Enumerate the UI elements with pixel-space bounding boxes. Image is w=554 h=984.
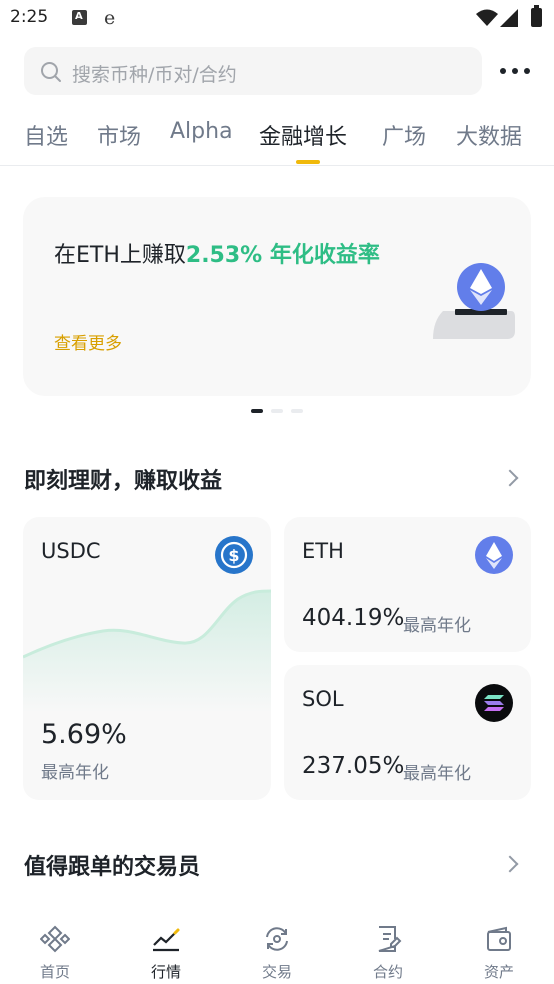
product-coin-name: USDC [41, 539, 101, 563]
product-rate-label: 最高年化 [41, 763, 109, 783]
product-coin-name: ETH [302, 539, 344, 563]
nav-assets[interactable]: 资产 [444, 914, 554, 984]
signal-icon [500, 9, 518, 27]
market-chart-icon [153, 928, 180, 952]
more-dot-icon [512, 68, 518, 74]
nav-label: 行情 [150, 963, 181, 981]
tab-alpha[interactable]: Alpha [170, 119, 233, 144]
earn-section-title: 即刻理财，赚取收益 [24, 469, 223, 494]
banner-see-more-link[interactable]: 查看更多 [54, 329, 122, 354]
tab-big-data[interactable]: 大数据 [456, 119, 522, 151]
binance-logo-icon [40, 925, 70, 953]
banner-highlight: 2.53% 年化收益率 [185, 243, 380, 268]
usdc-coin-icon: $ [215, 536, 253, 574]
market-tabs: 自选 市场 Alpha 金融增长 广场 大数据 [0, 116, 554, 166]
banner-title: 在ETH上赚取2.53% 年化收益率 [54, 237, 394, 275]
more-options-button[interactable] [496, 58, 534, 84]
eth-coin-icon [475, 536, 513, 574]
nav-market[interactable]: 行情 [111, 914, 221, 984]
active-tab-indicator [296, 160, 320, 164]
search-placeholder: 搜索币种/币对/合约 [72, 64, 237, 86]
wifi-icon [476, 9, 498, 26]
battery-icon [531, 5, 542, 27]
browser-e-icon: e [104, 7, 116, 29]
product-card-eth[interactable]: ETH 404.19% 最高年化 [284, 517, 531, 652]
more-dot-icon [524, 68, 530, 74]
tab-square[interactable]: 广场 [382, 119, 426, 151]
traders-section-chevron-icon[interactable] [501, 855, 519, 873]
nav-label: 资产 [483, 963, 514, 981]
bottom-navigation: 首页 行情 交易 合约 资产 [0, 914, 554, 984]
pagination-dot [291, 409, 303, 413]
notification-a-icon: A [72, 10, 87, 25]
sol-coin-icon [475, 684, 513, 722]
traders-section-title: 值得跟单的交易员 [24, 855, 201, 880]
wallet-icon [487, 926, 511, 951]
nav-futures[interactable]: 合约 [333, 914, 443, 984]
product-rate: 237.05% [302, 753, 405, 779]
pagination-dot [271, 409, 283, 413]
product-rate: 404.19% [302, 605, 405, 631]
tab-market[interactable]: 市场 [97, 119, 141, 151]
product-card-usdc[interactable]: USDC $ 5.69% 最高年化 [23, 517, 271, 800]
trade-swap-icon [266, 927, 288, 951]
svg-text:$: $ [228, 546, 239, 565]
product-coin-name: SOL [302, 687, 344, 711]
futures-doc-icon [378, 926, 402, 952]
promo-banner[interactable]: 在ETH上赚取2.53% 年化收益率 查看更多 [23, 197, 531, 396]
search-icon [41, 62, 61, 82]
product-rate: 5.69% [41, 719, 127, 750]
product-rate-label: 最高年化 [403, 616, 471, 636]
product-card-sol[interactable]: SOL 237.05% 最高年化 [284, 665, 531, 800]
status-time: 2:25 [10, 7, 49, 27]
banner-text: 在ETH上赚取 [54, 243, 186, 268]
tab-watchlist[interactable]: 自选 [24, 119, 68, 151]
nav-home[interactable]: 首页 [0, 914, 110, 984]
usdc-trend-chart [23, 589, 271, 713]
product-rate-label: 最高年化 [403, 764, 471, 784]
nav-label: 首页 [39, 963, 70, 981]
eth-staking-illustration-icon [433, 263, 515, 339]
status-bar: 2:25 A e [0, 0, 554, 38]
earn-section-chevron-icon[interactable] [501, 469, 519, 487]
tab-finance-growth[interactable]: 金融增长 [259, 119, 347, 151]
nav-label: 合约 [372, 963, 403, 981]
search-input[interactable]: 搜索币种/币对/合约 [24, 47, 482, 95]
nav-label: 交易 [261, 963, 292, 981]
pagination-dot-active [251, 409, 263, 413]
more-dot-icon [500, 68, 506, 74]
nav-trade[interactable]: 交易 [222, 914, 332, 984]
